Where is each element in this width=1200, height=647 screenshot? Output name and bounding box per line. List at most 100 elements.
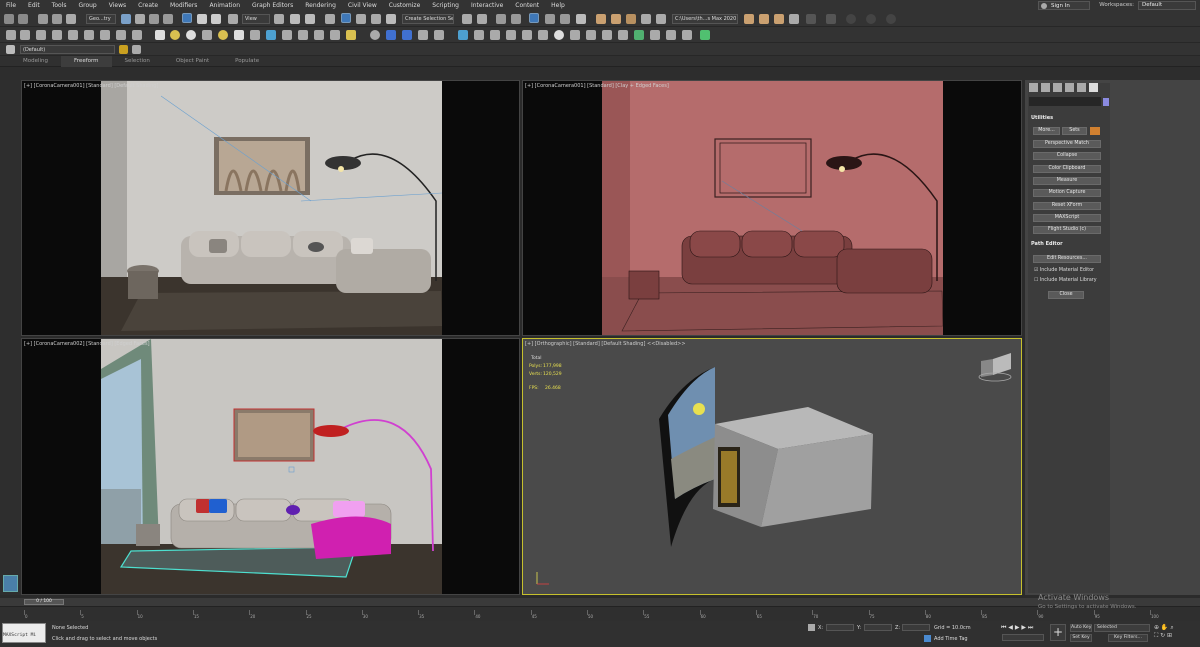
proxy-icon[interactable] [234,30,244,40]
more-button[interactable]: More... [1033,127,1060,135]
layer-combo[interactable]: (Default) [20,45,115,54]
distance-icon[interactable] [314,30,324,40]
current-frame-field[interactable] [1002,634,1044,641]
pin-icon[interactable] [826,14,836,24]
modify-tab-icon[interactable] [1041,83,1050,92]
ribbon-tab-object-paint[interactable]: Object Paint [163,58,222,64]
flight-studio-c-button[interactable]: Flight Studio (c) [1033,226,1101,235]
time-slider[interactable]: 0 / 100 [24,599,64,605]
menu-item-content[interactable]: Content [509,2,545,9]
vrayproxy-icon[interactable] [298,30,308,40]
modifier-icon[interactable] [522,30,532,40]
menu-item-views[interactable]: Views [103,2,132,9]
include-material-editor-checkbox[interactable]: ☑ Include Material Editor [1034,268,1094,273]
menu-item-group[interactable]: Group [72,2,102,9]
project-folder-combo[interactable]: C:\Users\th...s Max 2020 [672,14,738,24]
play-controls-icon[interactable]: ⏮ ◀ ▶ ▶ ⏭ [1001,624,1033,631]
frame-icon[interactable] [68,30,78,40]
add-key-icon[interactable]: + [1050,624,1066,641]
list-icon[interactable] [650,30,660,40]
time-tag-icon[interactable] [924,635,931,642]
layer-icon[interactable] [6,45,15,54]
utilities-search[interactable] [1029,97,1101,106]
menu-item-edit[interactable]: Edit [22,2,46,9]
lock-icon[interactable] [806,14,816,24]
render-production-icon[interactable] [626,14,636,24]
close-button[interactable]: Close [1048,291,1084,299]
camera-icon[interactable] [100,30,110,40]
menu-item-help[interactable]: Help [545,2,571,9]
toggle-ribbon-icon[interactable] [511,14,521,24]
decal-icon[interactable] [266,30,276,40]
ribbon-tab-populate[interactable]: Populate [222,58,272,64]
edit-named-selection-icon[interactable] [386,14,396,24]
viewport-layout-icon[interactable] [3,575,18,592]
menu-item-scripting[interactable]: Scripting [426,2,465,9]
info-icon[interactable] [458,30,468,40]
create-layer-icon[interactable] [119,45,128,54]
maxscript-button[interactable]: MAXScript [1033,213,1101,222]
configure-sets-icon[interactable] [1090,127,1100,135]
menu-item-modifiers[interactable]: Modifiers [164,2,203,9]
region-icon[interactable] [418,30,428,40]
select-manipulate-icon[interactable] [290,14,300,24]
x-coordinate-field[interactable] [826,624,854,631]
menu-item-interactive[interactable]: Interactive [465,2,509,9]
ribbon-tab-selection[interactable]: Selection [112,58,163,64]
keyboard-shortcut-icon[interactable] [305,14,315,24]
menu-item-file[interactable]: File [0,2,22,9]
green-box-icon[interactable] [634,30,644,40]
sheet-icon[interactable] [52,30,62,40]
sun-icon[interactable] [170,30,180,40]
perspective-match-button[interactable]: Perspective Match [1033,140,1101,148]
render-setup-icon[interactable] [596,14,606,24]
set-key-button[interactable]: Set Key [1070,634,1092,642]
color-swatch[interactable] [1103,98,1109,106]
sign-in-button[interactable]: Sign In [1038,1,1090,10]
angle-snap-icon[interactable] [341,13,351,23]
viewport-bottom-left[interactable]: [+] [CoronaCamera002] [Standard] [Edged … [21,338,520,595]
viewport-label[interactable]: [+] [CoronaCamera001] [Standard] [Defaul… [24,83,158,89]
display-tab-icon[interactable] [1077,83,1086,92]
circle-icon-3[interactable] [886,14,896,24]
material-editor-icon[interactable] [576,14,586,24]
viewport-top-right[interactable]: [+] [CoronaCamera001] [Standard] [Clay +… [522,80,1022,336]
measure-button[interactable]: Measure [1033,176,1101,185]
snaps-toggle-icon[interactable] [325,14,335,24]
sphere-icon[interactable] [132,30,142,40]
path-editor-title[interactable]: Path Editor [1031,241,1063,247]
time-slider-track[interactable] [0,598,1200,606]
teapot-icon[interactable] [202,30,212,40]
placement-icon[interactable] [228,14,238,24]
viewport-label[interactable]: [+] [Orthographic] [Standard] [Default S… [525,341,686,347]
mesh-icon[interactable] [490,30,500,40]
container-icon[interactable] [36,30,46,40]
menu-item-create[interactable]: Create [132,2,164,9]
undo-icon[interactable] [4,14,14,24]
workspace-select[interactable]: Default [1138,1,1196,10]
reset-xform-button[interactable]: Reset XForm [1033,201,1101,210]
layer-explorer-icon[interactable] [496,14,506,24]
square-icon[interactable] [618,30,628,40]
pivot-point-icon[interactable] [274,14,284,24]
align-icon[interactable] [477,14,487,24]
utilities-tab-icon[interactable] [1089,83,1098,92]
create-poly-icon[interactable] [6,30,16,40]
spinner-snap-icon[interactable] [371,14,381,24]
unlink-icon[interactable] [52,14,62,24]
rotate-icon[interactable] [197,14,207,24]
menu-item-civil-view[interactable]: Civil View [342,2,383,9]
graphite-icon[interactable] [20,30,30,40]
fur-icon[interactable] [282,30,292,40]
viewport-nav-icons[interactable]: ⊕ ✋ ⌕ ⛶ ↻ ⊞ [1154,624,1194,642]
render-iterative-icon[interactable] [641,14,651,24]
render-in-cloud-icon[interactable] [656,14,666,24]
dome-icon[interactable] [186,30,196,40]
key-filters-button[interactable]: Key Filters... [1108,634,1148,642]
circle-icon-2[interactable] [866,14,876,24]
select-object-icon[interactable] [121,14,131,24]
rendered-frame-window-icon[interactable] [611,14,621,24]
bulb-icon-2[interactable] [682,30,692,40]
selection-filter-combo[interactable]: Geo...try [86,14,116,24]
scene-explorer-icon[interactable] [529,13,539,23]
